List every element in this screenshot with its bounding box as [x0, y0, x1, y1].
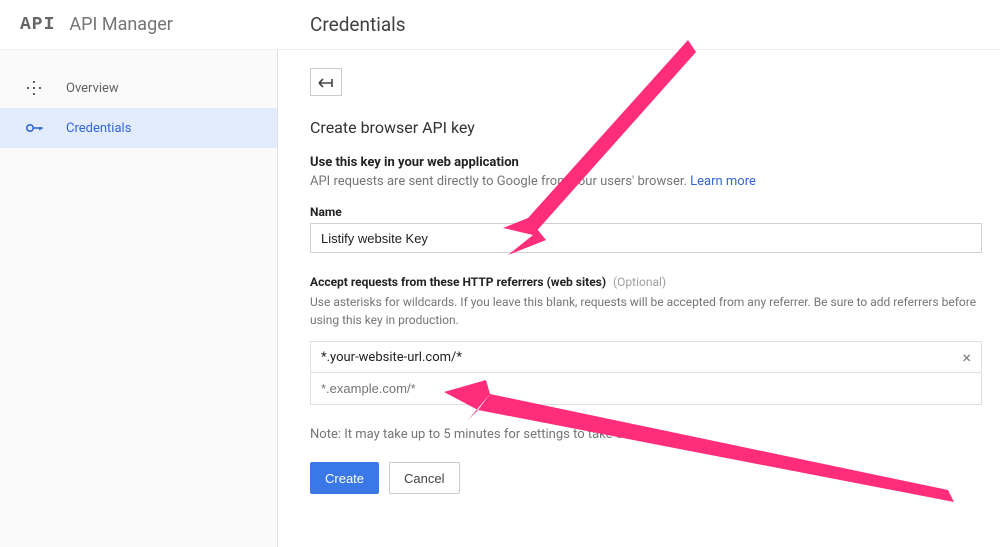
cancel-button[interactable]: Cancel [389, 462, 459, 494]
referrers-help: Use asterisks for wildcards. If you leav… [310, 293, 1000, 329]
sidebar-item-label: Credentials [66, 121, 131, 136]
name-input[interactable] [310, 223, 982, 253]
back-button[interactable] [310, 68, 342, 96]
use-key-heading: Use this key in your web application [310, 155, 1000, 170]
referrer-add-input[interactable] [310, 373, 982, 405]
app-title: API Manager [69, 14, 172, 35]
learn-more-link[interactable]: Learn more [690, 174, 756, 189]
create-button[interactable]: Create [310, 462, 379, 494]
button-row: Create Cancel [310, 462, 1000, 494]
logo-block: API API Manager [0, 14, 278, 35]
back-arrow-icon [318, 73, 334, 92]
clear-icon[interactable]: × [962, 348, 971, 367]
sidebar-item-credentials[interactable]: Credentials [0, 108, 277, 148]
settings-note: Note: It may take up to 5 minutes for se… [310, 427, 1000, 442]
topbar: API API Manager Credentials [0, 0, 1000, 50]
page-title: Credentials [310, 13, 406, 36]
optional-tag: (Optional) [613, 275, 666, 289]
diamond-icon [24, 81, 44, 95]
sidebar-item-overview[interactable]: Overview [0, 68, 277, 108]
sidebar-item-label: Overview [66, 81, 119, 96]
key-icon [24, 123, 44, 133]
main-content: Create browser API key Use this key in y… [278, 50, 1000, 547]
use-key-desc-text: API requests are sent directly to Google… [310, 174, 690, 189]
sidebar: Overview Credentials [0, 50, 278, 547]
name-label: Name [310, 205, 1000, 219]
referrers-label: Accept requests from these HTTP referrer… [310, 275, 1000, 289]
use-key-desc: API requests are sent directly to Google… [310, 174, 1000, 189]
api-logo: API [20, 15, 55, 35]
section-title: Create browser API key [310, 118, 1000, 137]
referrer-entry[interactable]: *.your-website-url.com/* × [310, 341, 982, 373]
referrer-value: *.your-website-url.com/* [321, 350, 462, 365]
